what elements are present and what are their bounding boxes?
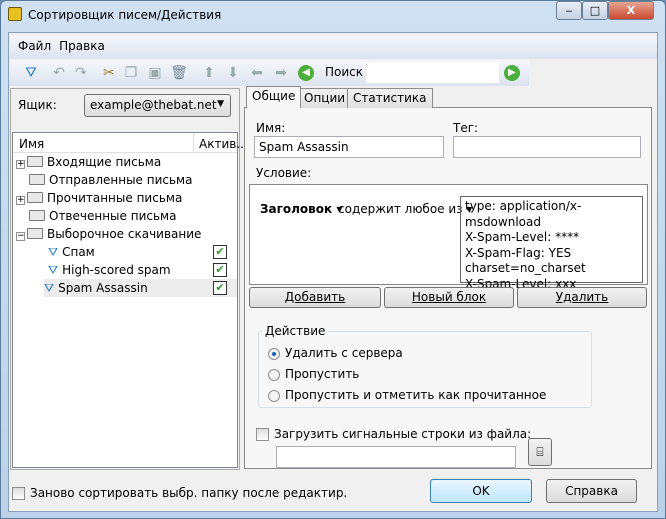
menu-edit[interactable]: Правка (59, 39, 105, 53)
mailbox-select[interactable]: example@thebat.net ▼ (84, 94, 231, 117)
tab-statistics[interactable]: Статистика (347, 88, 433, 108)
condition-values[interactable]: type: application/x-msdownload X-Spam-Lev… (460, 196, 643, 291)
filter-icon: ⛛ (48, 245, 59, 259)
maximize-button[interactable]: □ (582, 1, 608, 20)
tree-item-label: Спам (62, 245, 95, 259)
tree-item[interactable]: ⛛ Спам (16, 243, 236, 261)
resort-checkbox[interactable] (12, 487, 25, 500)
tree-item-label: Отправленные письма (49, 173, 193, 187)
tree-item[interactable]: + Прочитанные письма (16, 189, 236, 207)
minimize-button[interactable]: ‒ (556, 1, 582, 20)
ok-button[interactable]: OK (430, 479, 532, 503)
folder-icon (27, 156, 43, 167)
active-checkbox[interactable]: ✔ (213, 263, 227, 277)
mailbox-label: Ящик: (18, 98, 57, 112)
new-block-button[interactable]: Новый блок (384, 287, 514, 308)
condition-value-line: type: application/x-msdownload (465, 199, 582, 229)
folder-icon (29, 174, 45, 185)
left-icon[interactable]: ⬅ (248, 64, 266, 82)
search-input[interactable] (366, 62, 499, 83)
down-icon[interactable]: ⬇ (224, 64, 242, 82)
col-name[interactable]: Имя (19, 137, 44, 151)
condition-field[interactable]: Заголовок ▾ (260, 202, 342, 216)
condition-value-line: X-Spam-Level: **** (465, 230, 580, 244)
tab-general[interactable]: Общие (246, 86, 302, 108)
right-icon[interactable]: ➡ (272, 64, 290, 82)
folder-icon (29, 210, 45, 221)
tag-label: Тег: (453, 121, 479, 135)
tree-item[interactable]: + Входящие письма (16, 153, 236, 171)
col-active[interactable]: Актив... (199, 137, 248, 151)
tree-item-label: Входящие письма (47, 155, 162, 169)
load-file-label: Загрузить сигнальные строки из файла: (274, 427, 532, 441)
cut-icon[interactable]: ✂ (100, 64, 118, 82)
tag-input[interactable] (453, 136, 641, 158)
help-button[interactable]: Справка (546, 479, 637, 503)
tree-header: Имя Актив... (13, 133, 248, 153)
expander-icon[interactable]: − (16, 232, 25, 241)
action-radio[interactable] (268, 348, 280, 360)
action-radio[interactable] (268, 390, 280, 402)
tree-item[interactable]: ⛛ Spam Assassin (44, 279, 237, 297)
search-label: Поиск (325, 65, 364, 79)
up-icon[interactable]: ⬆ (200, 64, 218, 82)
folder-icon (27, 228, 43, 239)
tree-item-label: Отвеченные письма (49, 209, 177, 223)
tree-item[interactable]: − Выборочное скачивание (16, 225, 236, 243)
filter-icon: ⛛ (44, 281, 55, 295)
add-button[interactable]: Добавить (249, 287, 381, 308)
name-input[interactable] (254, 136, 444, 158)
window-title: Сортировщик писем/Действия (28, 8, 222, 22)
tree-item[interactable]: ⛛ High-scored spam (16, 261, 236, 279)
new-filter-icon[interactable]: ⛛ (22, 64, 40, 82)
expander-icon[interactable]: + (16, 160, 25, 169)
folder-icon (27, 192, 43, 203)
tree-item-label: High-scored spam (62, 263, 171, 277)
condition-label: Условие: (256, 166, 312, 180)
name-label: Имя: (256, 121, 286, 135)
active-checkbox[interactable]: ✔ (213, 245, 227, 259)
expander-icon[interactable]: + (16, 196, 25, 205)
delete-button[interactable]: Удалить (517, 287, 647, 308)
tree-item-label: Выборочное скачивание (47, 227, 202, 241)
condition-value-line: charset=no_charset (465, 261, 586, 275)
active-checkbox[interactable]: ✔ (213, 281, 227, 295)
copy-icon[interactable]: ❐ (122, 64, 140, 82)
resort-label: Заново сортировать выбр. папку после ред… (30, 486, 348, 500)
tree-item[interactable]: Отвеченные письма (16, 207, 236, 225)
load-file-input[interactable] (276, 446, 516, 468)
menu-bar (9, 36, 657, 59)
chevron-down-icon: ▼ (217, 99, 224, 109)
load-file-checkbox[interactable] (256, 428, 269, 441)
delete-icon[interactable]: 🗑 (170, 64, 188, 82)
search-prev-icon[interactable]: ◀ (298, 65, 314, 81)
action-label-item: Удалить с сервера (285, 346, 403, 360)
action-label-item: Пропустить (285, 367, 360, 381)
paste-icon[interactable]: ▣ (146, 64, 164, 82)
condition-operator[interactable]: содержит любое из ▾ (338, 202, 472, 216)
browse-icon[interactable]: ⌸ (528, 438, 552, 466)
action-label-item: Пропустить и отметить как прочитанное (285, 388, 547, 402)
menu-file[interactable]: Файл (18, 39, 51, 53)
tree-item[interactable]: Отправленные письма (16, 171, 236, 189)
close-button[interactable]: X (608, 1, 654, 20)
tab-options[interactable]: Опции (298, 88, 352, 108)
mailbox-value: example@thebat.net (90, 98, 217, 112)
app-icon (8, 7, 22, 21)
condition-value-line: X-Spam-Flag: YES (465, 245, 572, 260)
undo-icon[interactable]: ↶ (50, 64, 68, 82)
tree-item-label: Прочитанные письма (47, 191, 183, 205)
redo-icon[interactable]: ↷ (72, 64, 90, 82)
action-radio[interactable] (268, 369, 280, 381)
search-next-icon[interactable]: ▶ (504, 65, 520, 81)
action-label: Действие (262, 324, 329, 338)
filter-icon: ⛛ (48, 263, 59, 277)
tree-item-label: Spam Assassin (58, 281, 148, 295)
